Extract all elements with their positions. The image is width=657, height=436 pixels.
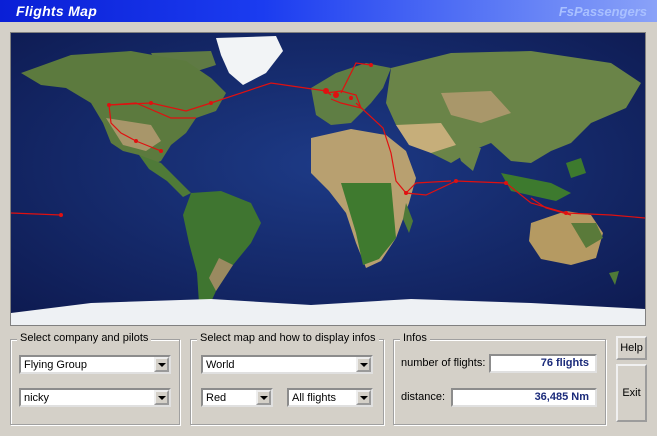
help-button[interactable]: Help [616,336,647,360]
world-map[interactable] [10,32,646,326]
company-select[interactable]: Flying Group [19,355,171,374]
infos-group-legend: Infos [400,332,430,344]
chevron-down-icon[interactable] [356,390,371,405]
infos-group: Infos number of flights: 76 flights dist… [393,332,606,425]
chevron-down-icon[interactable] [154,357,169,372]
map-select[interactable]: World [201,355,373,374]
brand-logo: FsPassengers [558,4,647,19]
pilot-select[interactable]: nicky [19,388,171,407]
color-value: Red [206,392,227,404]
distance-value: 36,485 Nm [451,388,597,407]
chevron-down-icon[interactable] [256,390,271,405]
title-bar: Flights Map FsPassengers [0,0,657,22]
map-display-group: Select map and how to display infos Worl… [190,332,384,425]
flights-label: number of flights: [401,357,486,369]
flight-filter-value: All flights [292,392,337,404]
map-group-legend: Select map and how to display infos [197,332,379,344]
exit-button[interactable]: Exit [616,364,647,422]
company-pilot-group: Select company and pilots Flying Group n… [10,332,180,425]
color-select[interactable]: Red [201,388,273,407]
flight-filter-select[interactable]: All flights [287,388,373,407]
map-canvas [11,33,645,325]
chevron-down-icon[interactable] [154,390,169,405]
company-group-legend: Select company and pilots [17,332,152,344]
distance-label: distance: [401,391,446,403]
pilot-value: nicky [24,392,50,404]
flights-value: 76 flights [489,354,597,373]
company-value: Flying Group [24,359,87,371]
window-title: Flights Map [16,3,98,19]
chevron-down-icon[interactable] [356,357,371,372]
map-value: World [206,359,235,371]
